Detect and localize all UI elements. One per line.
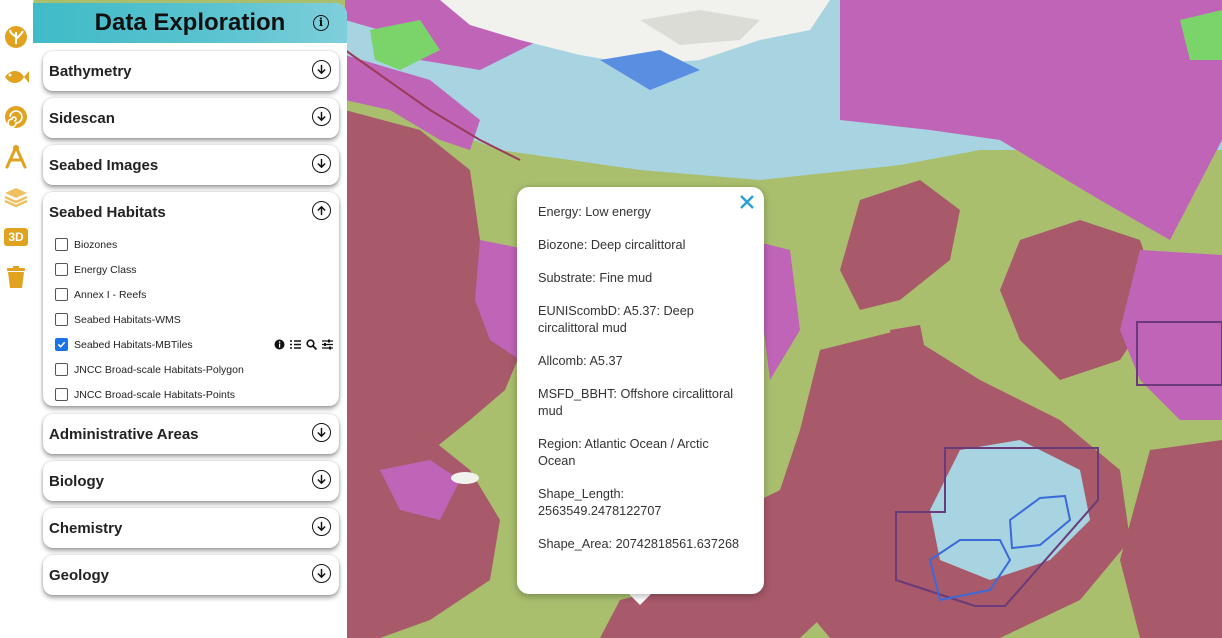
layer-label: Energy Class [74, 263, 137, 276]
feature-info-popup: Energy: Low energy Biozone: Deep circali… [517, 187, 764, 594]
section-label: Sidescan [49, 109, 115, 127]
3d-icon[interactable]: 3D [2, 223, 30, 251]
popup-line-biozone: Biozone: Deep circalittoral [538, 238, 686, 252]
settings-sliders-icon[interactable] [322, 339, 333, 350]
popup-body: Energy: Low energy Biozone: Deep circali… [538, 204, 748, 569]
fish-icon[interactable] [2, 63, 30, 91]
layer-label: JNCC Broad-scale Habitats-Points [74, 388, 236, 401]
layer-row-biozones[interactable]: Biozones [43, 232, 339, 257]
section-label: Geology [49, 566, 110, 584]
expand-down-icon[interactable] [312, 564, 331, 583]
zoom-search-icon[interactable] [306, 339, 317, 350]
panel-header: Data Exploration i [33, 3, 347, 43]
measure-icon[interactable] [2, 143, 30, 171]
layer-label: Annex I - Reefs [74, 288, 147, 301]
collapse-up-icon[interactable] [312, 201, 331, 220]
layer-row-seabed-habitats-mbtiles[interactable]: Seabed Habitats-MBTiles [43, 332, 339, 357]
section-geology[interactable]: Geology [43, 555, 339, 595]
section-chemistry[interactable]: Chemistry [43, 508, 339, 548]
section-label: Administrative Areas [49, 425, 199, 443]
layer-row-jncc-points[interactable]: JNCC Broad-scale Habitats-Points [43, 382, 339, 407]
section-label: Seabed Habitats [49, 203, 166, 221]
popup-line-msfd: MSFD_BBHT: Offshore circalittoral mud [538, 387, 734, 418]
layer-label: JNCC Broad-scale Habitats-Polygon [74, 363, 244, 376]
popup-line-shape-area: Shape_Area: 20742818561.637268 [538, 537, 740, 551]
popup-pointer [628, 593, 652, 605]
coral-icon[interactable] [2, 23, 30, 51]
section-label: Bathymetry [49, 62, 132, 80]
layer-checkbox[interactable] [55, 388, 68, 401]
expand-down-icon[interactable] [312, 60, 331, 79]
layer-checkbox-checked[interactable] [55, 338, 68, 351]
layers-icon[interactable] [2, 183, 30, 211]
layer-label: Biozones [74, 238, 118, 251]
section-seabed-habitats: Seabed Habitats Biozones Energy Class An… [43, 192, 339, 406]
shell-icon[interactable] [2, 103, 30, 131]
layer-row-energy-class[interactable]: Energy Class [43, 257, 339, 282]
section-sidescan[interactable]: Sidescan [43, 98, 339, 138]
popup-line-allcomb: Allcomb: A5.37 [538, 354, 623, 368]
popup-line-shape-length: Shape_Length: 2563549.2478122707 [538, 487, 662, 518]
expand-down-icon[interactable] [312, 107, 331, 126]
layer-row-annex-reefs[interactable]: Annex I - Reefs [43, 282, 339, 307]
info-icon[interactable]: i [313, 15, 329, 31]
expand-down-icon[interactable] [312, 154, 331, 173]
section-bathymetry[interactable]: Bathymetry [43, 51, 339, 91]
expand-down-icon[interactable] [312, 470, 331, 489]
popup-line-eunis: EUNIScombD: A5.37: Deep circalittoral mu… [538, 304, 694, 335]
expand-down-icon[interactable] [312, 517, 331, 536]
section-seabed-images[interactable]: Seabed Images [43, 145, 339, 185]
layer-row-jncc-polygon[interactable]: JNCC Broad-scale Habitats-Polygon [43, 357, 339, 382]
popup-line-region: Region: Atlantic Ocean / Arctic Ocean [538, 437, 709, 468]
layer-checkbox[interactable] [55, 263, 68, 276]
layer-tools [274, 339, 333, 350]
layer-label: Seabed Habitats-MBTiles [74, 338, 193, 351]
expand-down-icon[interactable] [312, 423, 331, 442]
section-biology[interactable]: Biology [43, 461, 339, 501]
layer-label: Seabed Habitats-WMS [74, 313, 181, 326]
trash-icon[interactable] [2, 263, 30, 291]
section-label: Chemistry [49, 519, 123, 537]
layer-checkbox[interactable] [55, 288, 68, 301]
layer-row-seabed-habitats-wms[interactable]: Seabed Habitats-WMS [43, 307, 339, 332]
layer-checkbox[interactable] [55, 313, 68, 326]
tool-rail: 3D [0, 0, 34, 638]
layer-checkbox[interactable] [55, 238, 68, 251]
section-administrative-areas[interactable]: Administrative Areas [43, 414, 339, 454]
panel-title: Data Exploration [94, 9, 286, 36]
popup-line-energy: Energy: Low energy [538, 205, 651, 219]
section-seabed-habitats-header[interactable]: Seabed Habitats [43, 192, 339, 232]
section-label: Biology [49, 472, 104, 490]
3d-label: 3D [4, 228, 28, 246]
legend-list-icon[interactable] [290, 339, 301, 350]
layer-checkbox[interactable] [55, 363, 68, 376]
popup-line-substrate: Substrate: Fine mud [538, 271, 653, 285]
section-label: Seabed Images [49, 156, 159, 174]
info-icon[interactable] [274, 339, 285, 350]
data-exploration-panel: Data Exploration i Bathymetry Sidescan S… [33, 3, 347, 638]
